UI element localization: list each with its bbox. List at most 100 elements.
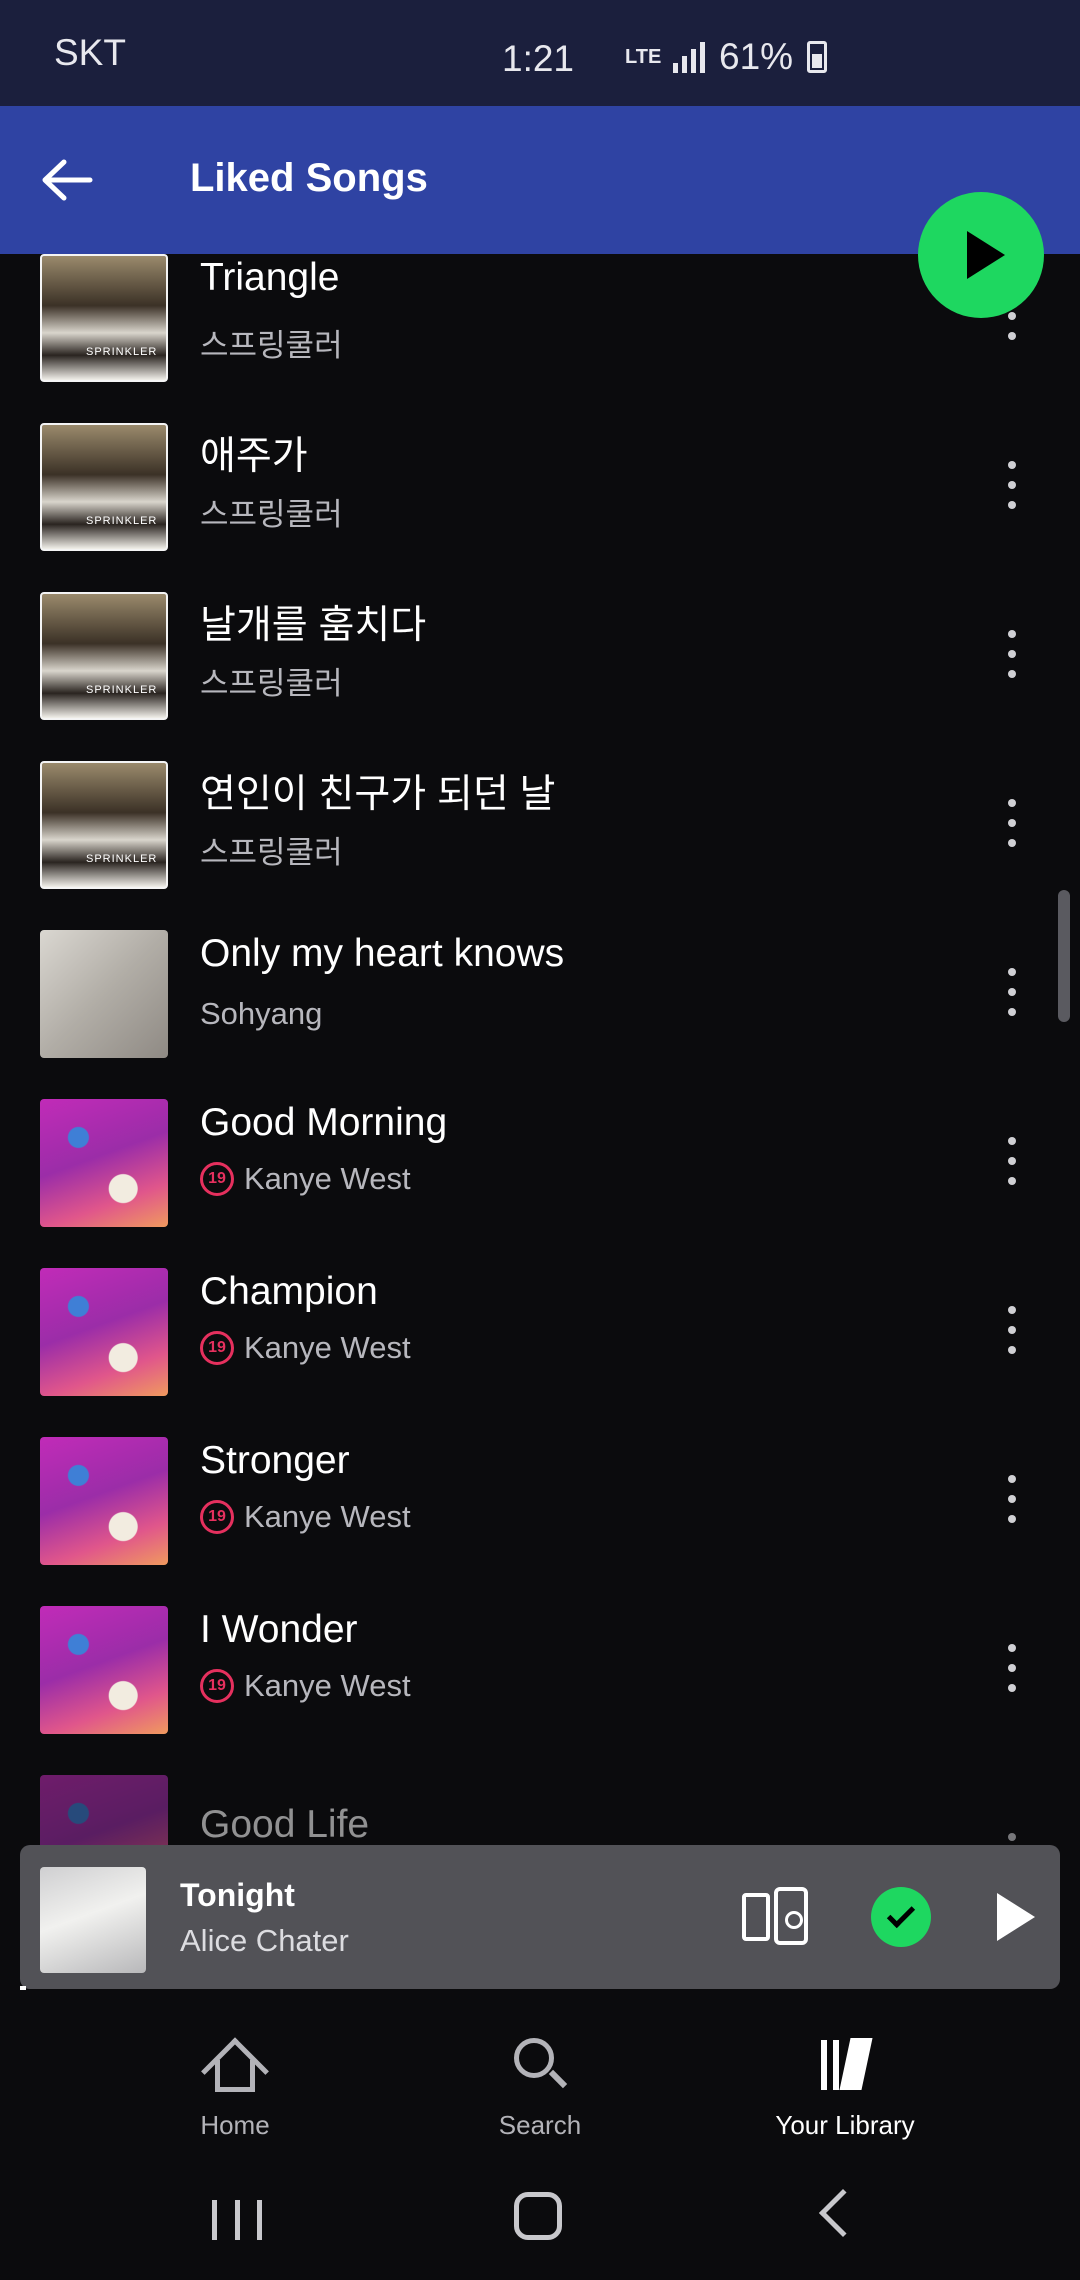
song-row[interactable]: Only my heart knows Sohyang (0, 922, 1080, 1091)
explicit-badge: 19 (200, 1669, 234, 1703)
song-artist: 19 Kanye West (200, 1499, 411, 1535)
album-art (40, 254, 168, 382)
battery-icon (807, 41, 828, 73)
more-options-button[interactable] (1000, 455, 1024, 515)
screen: SKT 1:21 LTE 61% Liked Songs Triangle 스프… (0, 0, 1080, 2280)
song-artist: 스프링쿨러 (200, 658, 343, 703)
shuffle-play-button[interactable] (918, 192, 1044, 318)
album-art (40, 1606, 168, 1734)
artist-name: 스프링쿨러 (200, 835, 343, 870)
more-options-button[interactable] (1000, 793, 1024, 853)
now-playing-art (40, 1867, 146, 1973)
song-artist: Sohyang (200, 996, 322, 1032)
album-art (40, 1099, 168, 1227)
album-art (40, 930, 168, 1058)
song-artist: 19 Kanye West (200, 1161, 411, 1197)
library-icon (817, 2036, 873, 2092)
song-artist: 스프링쿨러 (200, 320, 343, 365)
now-playing-artist: Alice Chater (180, 1923, 349, 1958)
explicit-badge: 19 (200, 1500, 234, 1534)
more-options-button[interactable] (1000, 1131, 1024, 1191)
nav-label: Search (498, 2110, 582, 2140)
bottom-nav: Home Search Your Library (0, 1990, 1080, 2160)
more-options-button[interactable] (1000, 962, 1024, 1022)
battery-percent: 61% (719, 36, 794, 77)
connect-device-button[interactable] (742, 1887, 812, 1947)
artist-name: Kanye West (244, 1161, 411, 1196)
home-icon (201, 2036, 269, 2106)
check-icon (886, 1899, 916, 1929)
nav-label: Home (200, 2110, 270, 2140)
song-row[interactable]: Good Morning 19 Kanye West (0, 1091, 1080, 1260)
play-button[interactable] (986, 1887, 1046, 1947)
song-row[interactable]: 연인이 친구가 되던 날 스프링쿨러 (0, 753, 1080, 922)
more-options-button[interactable] (1000, 1469, 1024, 1529)
more-options-button[interactable] (1000, 1638, 1024, 1698)
carrier-label: SKT (54, 32, 126, 73)
nav-home[interactable]: Home (135, 2036, 335, 2141)
page-title: Liked Songs (190, 156, 428, 200)
nav-your-library[interactable]: Your Library (745, 2036, 945, 2141)
arrow-left-icon (42, 159, 93, 201)
song-row[interactable]: Champion 19 Kanye West (0, 1260, 1080, 1429)
artist-name: Kanye West (244, 1330, 411, 1365)
song-title: Only my heart knows (200, 932, 565, 975)
album-art (40, 592, 168, 720)
song-artist: 19 Kanye West (200, 1668, 411, 1704)
song-title: I Wonder (200, 1608, 358, 1651)
song-row[interactable]: I Wonder 19 Kanye West (0, 1598, 1080, 1767)
album-art (40, 1437, 168, 1565)
play-icon (997, 1893, 1035, 1941)
system-back-button[interactable] (818, 2188, 868, 2238)
clock: 1:21 (502, 38, 575, 79)
artist-name: 스프링쿨러 (200, 328, 343, 363)
recents-button[interactable] (212, 2200, 262, 2240)
speaker-icon (774, 1887, 808, 1945)
network-type-icon: LTE (625, 46, 662, 68)
playback-progress (20, 1986, 26, 1990)
signal-icon (673, 41, 705, 73)
saved-check-button[interactable] (871, 1887, 931, 1947)
song-artist: 스프링쿨러 (200, 489, 343, 534)
scrollbar[interactable] (1058, 890, 1070, 1022)
home-button[interactable] (514, 2192, 562, 2240)
nav-search[interactable]: Search (440, 2036, 640, 2141)
song-title: Stronger (200, 1439, 350, 1482)
song-row[interactable]: Stronger 19 Kanye West (0, 1429, 1080, 1598)
song-row[interactable]: 날개를 훔치다 스프링쿨러 (0, 584, 1080, 753)
album-art (40, 423, 168, 551)
song-title: 애주가 (200, 435, 308, 478)
explicit-badge: 19 (200, 1331, 234, 1365)
status-bar: SKT 1:21 LTE 61% (0, 0, 1080, 106)
explicit-badge: 19 (200, 1162, 234, 1196)
artist-name: Sohyang (200, 996, 323, 1031)
phone-icon (742, 1893, 770, 1941)
artist-name: Kanye West (244, 1499, 411, 1534)
more-options-button[interactable] (1000, 624, 1024, 684)
song-row[interactable]: Triangle 스프링쿨러 (0, 246, 1080, 415)
song-row[interactable]: 애주가 스프링쿨러 (0, 415, 1080, 584)
song-title: Triangle (200, 256, 340, 299)
status-indicators: LTE 61% (625, 36, 828, 78)
nav-label: Your Library (775, 2110, 915, 2140)
header: Liked Songs (0, 106, 1080, 254)
now-playing-title: Tonight (180, 1877, 295, 1913)
song-artist: 19 Kanye West (200, 1330, 411, 1366)
artist-name: Kanye West (244, 1668, 411, 1703)
album-art (40, 1268, 168, 1396)
back-button[interactable] (34, 150, 100, 210)
artist-name: 스프링쿨러 (200, 666, 343, 701)
album-art (40, 761, 168, 889)
song-title: Good Life (200, 1803, 370, 1846)
mini-player[interactable]: Tonight Alice Chater (20, 1845, 1060, 1989)
song-title: Good Morning (200, 1101, 448, 1144)
song-title: 연인이 친구가 되던 날 (200, 773, 556, 816)
system-nav-bar (0, 2160, 1080, 2280)
song-title: Champion (200, 1270, 378, 1313)
play-icon (967, 231, 1005, 279)
artist-name: 스프링쿨러 (200, 497, 343, 532)
search-icon (512, 2036, 568, 2092)
song-title: 날개를 훔치다 (200, 604, 427, 647)
more-options-button[interactable] (1000, 1300, 1024, 1360)
song-artist: 스프링쿨러 (200, 827, 343, 872)
